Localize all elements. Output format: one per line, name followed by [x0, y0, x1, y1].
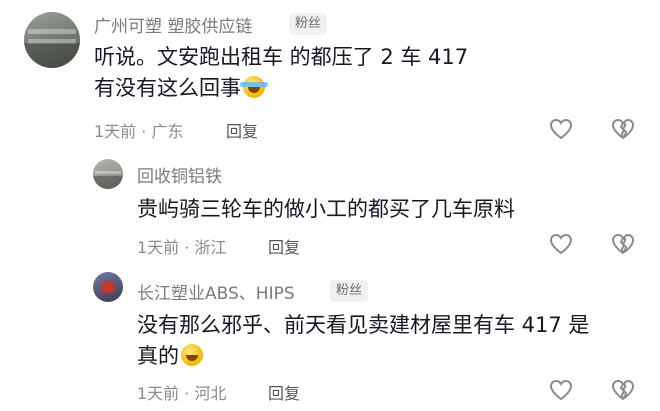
comment-meta: 1天前 · 广东	[94, 122, 184, 141]
heart-outline-icon[interactable]	[549, 233, 573, 255]
laughing-tears-emoji-icon	[240, 76, 268, 98]
comment-author[interactable]: 广州可塑 塑胶供应链	[94, 12, 252, 37]
comment-text-line: 有没有这么回事	[94, 76, 241, 100]
comment-text-line: 真的	[137, 344, 179, 368]
avatar[interactable]	[93, 272, 123, 302]
avatar[interactable]	[24, 12, 80, 68]
heart-outline-icon[interactable]	[549, 118, 573, 140]
comment-text-line: 贵屿骑三轮车的做小工的都买了几车原料	[137, 197, 515, 221]
heart-outline-icon[interactable]	[549, 379, 573, 401]
comment-meta: 1天前 · 河北	[137, 384, 227, 403]
reply-button[interactable]: 回复	[226, 118, 258, 142]
comment-text: 听说。文安跑出租车 的都压了 2 车 417 有没有这么回事	[94, 42, 468, 104]
reply-item: 回收铜铝铁 贵屿骑三轮车的做小工的都买了几车原料 1天前 · 浙江 回复	[0, 150, 660, 265]
comment-text: 贵屿骑三轮车的做小工的都买了几车原料	[137, 194, 515, 225]
comment-text-line: 听说。文安跑出租车 的都压了 2 车 417	[94, 45, 469, 69]
broken-heart-icon[interactable]	[611, 233, 635, 255]
comment-author[interactable]: 长江塑业ABS、HIPS	[137, 279, 295, 304]
fan-badge: 粉丝	[330, 280, 369, 302]
comment-meta: 1天前 · 浙江	[137, 238, 227, 257]
reply-button[interactable]: 回复	[268, 380, 300, 404]
comment-text-line: 没有那么邪乎、前天看见卖建材屋里有车 417 是	[137, 313, 590, 337]
avatar[interactable]	[93, 159, 123, 189]
fan-badge: 粉丝	[289, 13, 328, 35]
comment-text: 没有那么邪乎、前天看见卖建材屋里有车 417 是 真的	[137, 310, 589, 372]
reply-button[interactable]: 回复	[268, 234, 300, 258]
broken-heart-icon[interactable]	[611, 118, 635, 140]
comment-author[interactable]: 回收铜铝铁	[137, 162, 222, 187]
comment-item: 广州可塑 塑胶供应链 粉丝 听说。文安跑出租车 的都压了 2 车 417 有没有…	[0, 0, 660, 150]
broken-heart-icon[interactable]	[611, 379, 635, 401]
grinning-emoji-icon	[181, 344, 203, 366]
reply-item: 长江塑业ABS、HIPS 粉丝 没有那么邪乎、前天看见卖建材屋里有车 417 是…	[0, 265, 660, 411]
